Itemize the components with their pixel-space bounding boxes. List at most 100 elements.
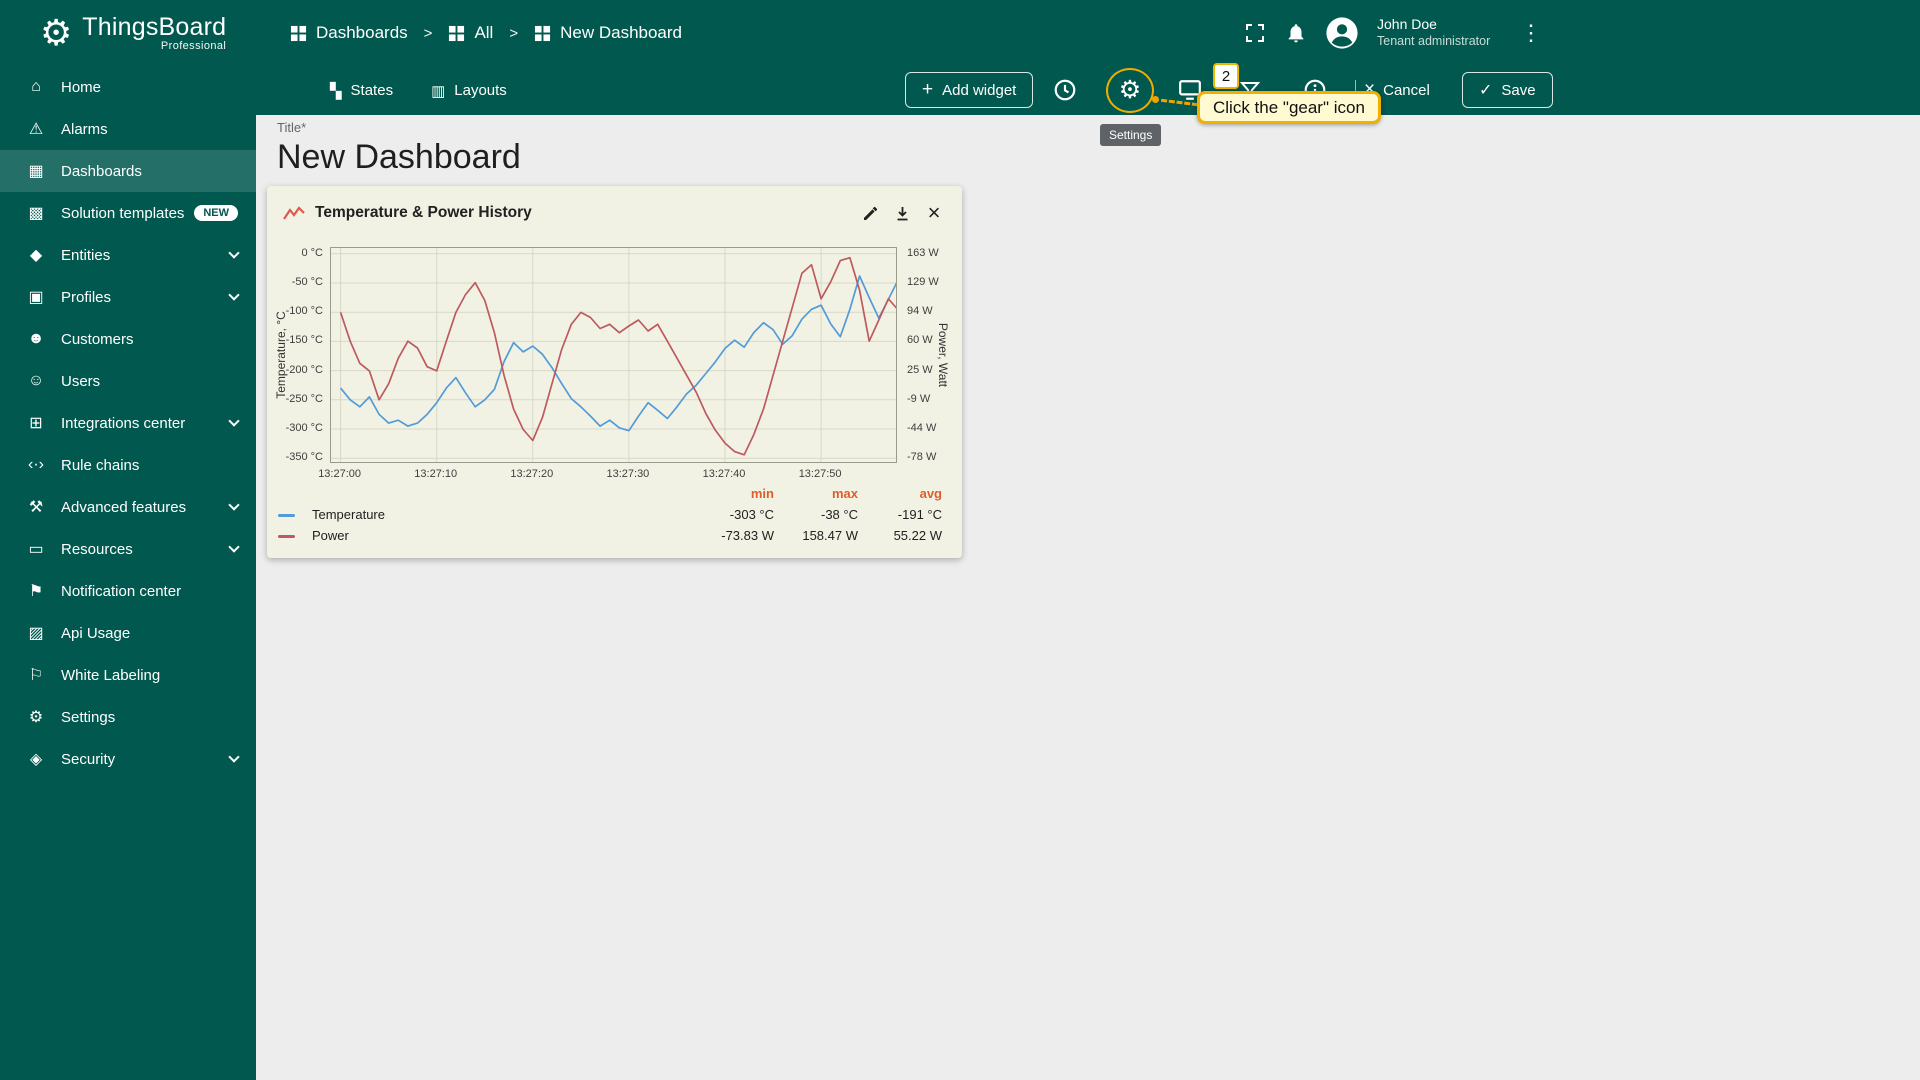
breadcrumb: Dashboards > All > New Dashboard xyxy=(290,23,682,43)
user-avatar[interactable] xyxy=(1325,16,1359,50)
fullscreen-button[interactable] xyxy=(1243,21,1267,45)
plus-icon: + xyxy=(922,79,934,100)
notifications-button[interactable] xyxy=(1285,21,1307,45)
breadcrumb-current-dashboard[interactable]: New Dashboard xyxy=(534,23,682,43)
legend-col-avg: avg xyxy=(919,486,942,501)
tab-states[interactable]: ▚ States xyxy=(330,82,393,100)
sidebar-item-label: Api Usage xyxy=(61,624,131,642)
breadcrumb-label: Dashboards xyxy=(316,23,408,42)
sidebar-item-customers[interactable]: ☻ Customers xyxy=(0,318,256,360)
add-widget-button[interactable]: + Add widget xyxy=(905,72,1034,108)
sidebar-item-label: Settings xyxy=(61,708,116,726)
sidebar-item-white-labeling[interactable]: ⚐ White Labeling xyxy=(0,654,256,696)
app-logo[interactable]: ⚙ ThingsBoard Professional xyxy=(0,0,256,66)
widget-card[interactable]: Temperature & Power History × Temperatur… xyxy=(267,186,962,558)
sidebar-item-users[interactable]: ☺ Users xyxy=(0,360,256,402)
axis-tick-label: 13:27:30 xyxy=(606,468,650,480)
sidebar-nav: ⌂ Home ⚠ Alarms ▦ Dashboards ▩ Solution templat… xyxy=(0,66,256,780)
settings-icon: ⚙ xyxy=(28,709,44,726)
tab-layouts[interactable]: ▥ Layouts xyxy=(431,82,507,100)
cancel-label: Cancel xyxy=(1383,81,1430,99)
sidebar-item-entities[interactable]: ◆ Entities xyxy=(0,234,256,276)
annotation-connector-dot xyxy=(1152,96,1159,103)
sidebar-item-notification-center[interactable]: ⚑ Notification center xyxy=(0,570,256,612)
axis-tick-label: 163 W xyxy=(907,246,939,259)
white-labeling-icon: ⚐ xyxy=(28,667,44,684)
states-icon: ▚ xyxy=(330,82,342,100)
sidebar-item-label: Solution templates xyxy=(61,204,185,222)
sidebar-item-api-usage[interactable]: ▨ Api Usage xyxy=(0,612,256,654)
legend-series-name[interactable]: Power xyxy=(312,528,690,543)
avatar-icon xyxy=(1326,17,1358,49)
sidebar-item-home[interactable]: ⌂ Home xyxy=(0,66,256,108)
breadcrumb-label: New Dashboard xyxy=(560,23,683,42)
dashboard-icon xyxy=(535,25,551,41)
axis-tick-label: 0 °C xyxy=(301,246,323,259)
add-widget-label: Add widget xyxy=(942,81,1017,99)
widget-title: Temperature & Power History xyxy=(315,204,532,221)
sidebar-item-rule-chains[interactable]: ‹·› Rule chains xyxy=(0,444,256,486)
sidebar-item-label: Entities xyxy=(61,246,111,264)
sidebar-item-label: Security xyxy=(61,750,116,768)
page-head: Title* New Dashboard xyxy=(277,120,521,177)
home-icon: ⌂ xyxy=(31,78,41,95)
user-role: Tenant administrator xyxy=(1377,33,1491,48)
thingsboard-logo-icon: ⚙ xyxy=(40,12,73,53)
sidebar-item-solution-templates[interactable]: ▩ Solution templates NEW xyxy=(0,192,256,234)
layouts-icon: ▥ xyxy=(431,82,446,100)
entities-icon: ◆ xyxy=(29,247,43,264)
line-chart-icon xyxy=(283,205,305,220)
sidebar-item-label: Dashboards xyxy=(61,162,142,180)
edit-widget-button[interactable] xyxy=(854,200,886,226)
resources-icon: ▭ xyxy=(28,541,44,558)
sidebar-item-label: Home xyxy=(61,78,102,96)
sidebar-item-label: Notification center xyxy=(61,582,182,600)
power-max: 158.47 W xyxy=(802,528,858,543)
axis-tick-label: -250 °C xyxy=(285,392,323,405)
axis-tick-label: -50 °C xyxy=(291,276,323,289)
sidebar-item-label: Rule chains xyxy=(61,456,140,474)
app-edition: Professional xyxy=(160,40,227,53)
security-icon: ◈ xyxy=(29,751,43,768)
dashboards-icon: ▦ xyxy=(28,163,44,180)
sidebar-item-profiles[interactable]: ▣ Profiles xyxy=(0,276,256,318)
axis-tick-label: -9 W xyxy=(907,392,931,405)
time-window-button[interactable] xyxy=(1047,72,1083,108)
rule-chains-icon: ‹·› xyxy=(28,456,44,473)
axis-tick-label: -150 °C xyxy=(285,334,323,347)
users-icon: ☺ xyxy=(27,372,45,389)
close-widget-button[interactable]: × xyxy=(918,200,950,226)
breadcrumb-dashboards[interactable]: Dashboards xyxy=(290,23,408,43)
sidebar-item-resources[interactable]: ▭ Resources xyxy=(0,528,256,570)
header-actions: John Doe Tenant administrator ⋮ xyxy=(1243,0,1542,66)
breadcrumb-row: Dashboards > All > New Dashboard John Do… xyxy=(256,0,1920,66)
temperature-swatch xyxy=(278,514,295,518)
sidebar-item-label: Customers xyxy=(61,330,134,348)
chevron-down-icon xyxy=(228,247,240,259)
dashboard-group-icon xyxy=(449,25,465,41)
sidebar-item-settings[interactable]: ⚙ Settings xyxy=(0,696,256,738)
sidebar-item-integrations-center[interactable]: ⊞ Integrations center xyxy=(0,402,256,444)
left-axis-label: Temperature, °C xyxy=(274,311,288,399)
sidebar-item-security[interactable]: ◈ Security xyxy=(0,738,256,780)
solution-templates-icon: ▩ xyxy=(28,205,44,222)
sidebar-item-alarms[interactable]: ⚠ Alarms xyxy=(0,108,256,150)
user-info[interactable]: John Doe Tenant administrator xyxy=(1377,16,1502,49)
more-menu-button[interactable]: ⋮ xyxy=(1520,22,1542,44)
save-button[interactable]: ✓ Save xyxy=(1462,72,1553,108)
new-badge: NEW xyxy=(194,205,238,221)
axis-tick-label: 13:27:10 xyxy=(414,468,458,480)
breadcrumb-all[interactable]: All xyxy=(448,23,493,43)
download-widget-button[interactable] xyxy=(886,200,918,226)
axis-tick-label: 13:27:00 xyxy=(318,468,362,480)
legend-series-name[interactable]: Temperature xyxy=(312,507,690,522)
axis-tick-label: -100 °C xyxy=(285,305,323,318)
breadcrumb-label: All xyxy=(474,23,494,42)
sidebar-item-advanced-features[interactable]: ⚒ Advanced features xyxy=(0,486,256,528)
title-field-label: Title* xyxy=(277,120,307,135)
legend-col-max: max xyxy=(831,486,858,501)
sidebar-item-dashboards[interactable]: ▦ Dashboards xyxy=(0,150,256,192)
legend-col-min: min xyxy=(750,486,774,501)
page-title[interactable]: New Dashboard xyxy=(277,138,521,177)
api-usage-icon: ▨ xyxy=(28,625,44,642)
